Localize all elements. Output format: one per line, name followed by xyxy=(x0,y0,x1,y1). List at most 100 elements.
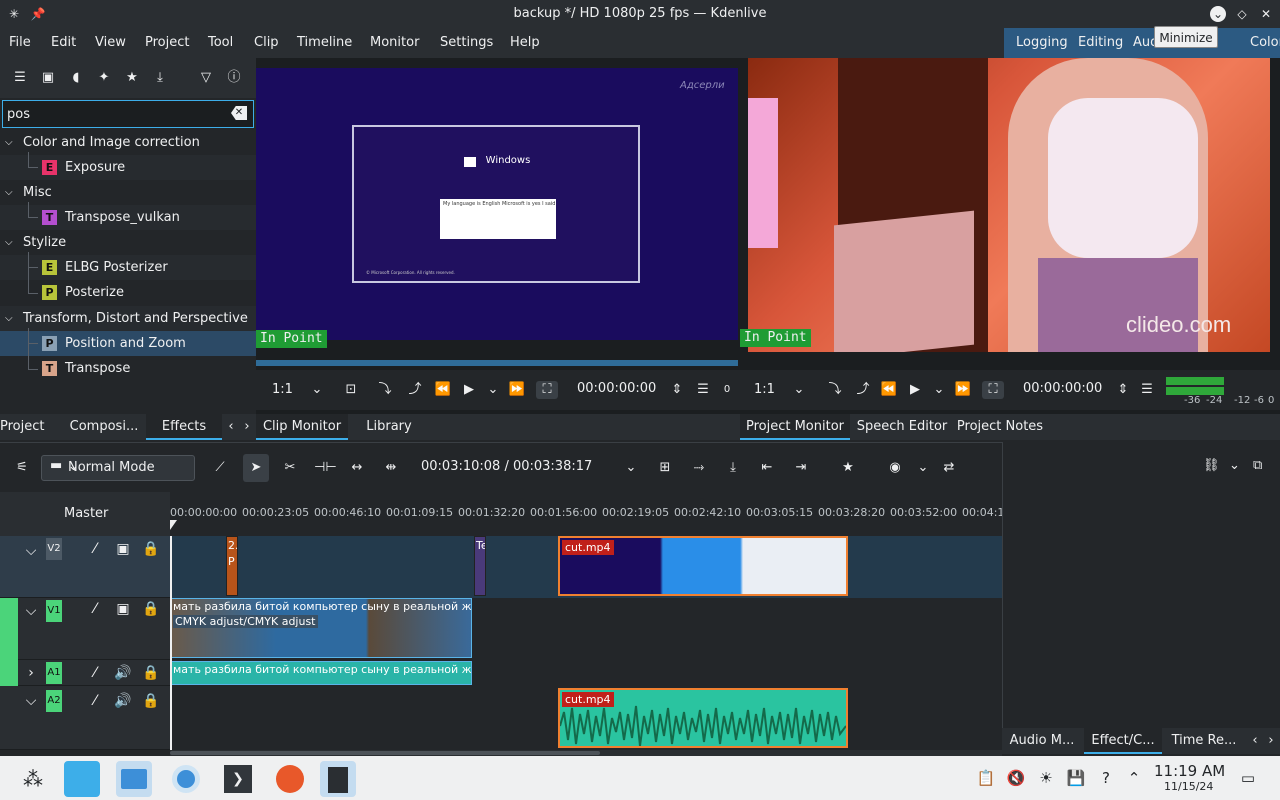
stepper-icon[interactable]: ⇕ xyxy=(670,381,684,399)
float-panel-icon[interactable]: ⧉ xyxy=(1253,458,1262,473)
tab-speech-editor[interactable]: Speech Editor xyxy=(854,414,950,440)
ripple-tool-icon[interactable]: ↔ xyxy=(348,459,366,477)
minimize-button[interactable]: ⌄ xyxy=(1210,6,1226,22)
clip-timecode[interactable]: 00:00:00:00 xyxy=(577,381,656,396)
crop-icon[interactable]: ⛶ xyxy=(982,381,1004,399)
film-icon[interactable]: ▣ xyxy=(114,540,132,558)
timeline-clip[interactable]: Te xyxy=(474,536,486,596)
tab-project-bin[interactable]: Project ... xyxy=(0,414,60,460)
forward-icon[interactable]: ⏩ xyxy=(954,381,972,399)
download-icon[interactable]: ⤓ xyxy=(152,70,168,86)
menu-monitor[interactable]: Monitor xyxy=(370,35,419,50)
discover-icon[interactable] xyxy=(64,761,100,797)
chromium-icon[interactable] xyxy=(168,761,204,797)
tab-audio-mixer[interactable]: Audio M... xyxy=(1002,728,1082,754)
chevron-right-icon[interactable]: › xyxy=(1264,728,1278,754)
fullscreen-icon[interactable]: ⊡ xyxy=(342,381,360,399)
tree-effect[interactable]: T Transpose xyxy=(0,356,256,381)
chevron-up-icon[interactable]: ⌃ xyxy=(1124,768,1144,788)
forward-icon[interactable]: ⏩ xyxy=(508,381,526,399)
menu-file[interactable]: File xyxy=(9,35,31,50)
chevron-down-icon[interactable]: ⌄ xyxy=(1229,458,1240,473)
menu-project[interactable]: Project xyxy=(145,35,189,50)
track-active-indicator[interactable] xyxy=(0,598,18,660)
tree-effect[interactable]: T Transpose_vulkan xyxy=(0,205,256,230)
crop-icon[interactable]: ⛶ xyxy=(536,381,558,399)
track-active-indicator[interactable] xyxy=(0,660,18,686)
favorite-star-icon[interactable]: ★ xyxy=(839,459,857,477)
tree-effect[interactable]: E ELBG Posterizer xyxy=(0,255,256,280)
link-icon[interactable]: ⛓ xyxy=(1203,458,1220,473)
track-name-a2[interactable]: A2 xyxy=(46,690,62,712)
tab-compositions[interactable]: Composi... xyxy=(64,414,144,440)
track-name-v2[interactable]: V2 xyxy=(46,538,62,560)
save-icon[interactable]: 💾 xyxy=(1066,768,1086,788)
tree-category[interactable]: ⌵ Stylize xyxy=(0,230,256,255)
set-out-icon[interactable]: ⤴ xyxy=(406,381,424,399)
insert-clip-icon[interactable]: ⤑ xyxy=(690,459,708,477)
brightness-icon[interactable]: ☀ xyxy=(1036,768,1056,788)
volume-muted-icon[interactable]: 🔇 xyxy=(1006,768,1026,788)
tree-category[interactable]: ⌵ Color and Image correction xyxy=(0,130,256,155)
edit-mode-select[interactable]: ▬ Normal Mode ⌄ xyxy=(41,455,195,481)
close-button[interactable]: ✕ xyxy=(1258,6,1274,22)
menu-clip[interactable]: Clip xyxy=(254,35,279,50)
track-lane-a2[interactable]: cut.mp4 xyxy=(170,686,1002,750)
speaker-icon[interactable]: 🔊 xyxy=(114,664,132,682)
chevron-down-icon[interactable]: ⌄ xyxy=(310,381,324,399)
chevron-down-icon[interactable]: ⌵ xyxy=(22,542,40,560)
caret-down-icon[interactable]: ⌵ xyxy=(5,306,13,331)
layout-logging[interactable]: Logging xyxy=(1016,35,1068,50)
set-in-icon[interactable]: ⤵ xyxy=(826,381,844,399)
effects-wand-icon[interactable]: ⁄ xyxy=(86,540,104,558)
playhead-marker[interactable] xyxy=(170,520,177,530)
caret-down-icon[interactable]: ⌵ xyxy=(5,230,13,255)
spacer-tool-icon[interactable]: ⊣⊢ xyxy=(314,459,337,477)
tab-effects[interactable]: Effects xyxy=(146,414,222,440)
chevron-down-icon[interactable]: ⌄ xyxy=(486,381,500,399)
project-monitor-video[interactable] xyxy=(748,58,1270,352)
clip-monitor-ruler[interactable] xyxy=(256,356,738,370)
lift-icon[interactable]: ⇥ xyxy=(792,459,810,477)
chevron-down-icon[interactable]: ⌵ xyxy=(22,602,40,620)
speaker-icon[interactable]: 🔊 xyxy=(114,692,132,710)
track-name-v1[interactable]: V1 xyxy=(46,600,62,622)
help-icon[interactable]: ? xyxy=(1096,768,1116,788)
effects-wand-icon[interactable]: ⁄ xyxy=(86,664,104,682)
timeline-audio-clip-cut[interactable]: cut.mp4 xyxy=(558,688,848,748)
overwrite-clip-icon[interactable]: ⤓ xyxy=(724,459,742,477)
zoom-select[interactable]: 1:1 xyxy=(754,381,775,399)
tree-effect-selected[interactable]: P Position and Zoom xyxy=(0,331,256,356)
timeline-clip[interactable]: 2. P xyxy=(226,536,238,596)
tab-library[interactable]: Library xyxy=(356,414,422,440)
project-timecode[interactable]: 00:00:00:00 xyxy=(1023,381,1102,396)
menu-tool[interactable]: Tool xyxy=(208,35,233,50)
stepper-icon[interactable]: ⇕ xyxy=(1116,381,1130,399)
effects-wand-icon[interactable]: ⁄ xyxy=(86,692,104,710)
track-header-v1[interactable]: ⌵ V1 ⁄ ▣ 🔒 xyxy=(0,598,170,660)
playhead-line[interactable] xyxy=(170,536,172,750)
rewind-icon[interactable]: ⏪ xyxy=(434,381,452,399)
show-desktop-icon[interactable]: ▭ xyxy=(1238,768,1258,788)
chevron-left-icon[interactable]: ‹ xyxy=(1248,728,1262,754)
effects-wand-icon[interactable]: ⁄ xyxy=(86,600,104,618)
set-in-icon[interactable]: ⤵ xyxy=(376,381,394,399)
caret-down-icon[interactable]: ⌵ xyxy=(5,180,13,205)
multitrack-icon[interactable]: ⊞ xyxy=(656,459,674,477)
play-icon[interactable]: ▶ xyxy=(906,381,924,399)
chevron-down-icon[interactable]: ⌄ xyxy=(932,381,946,399)
clock-date[interactable]: 11/15/24 xyxy=(1164,780,1213,793)
track-header-a1[interactable]: › A1 ⁄ 🔊 🔒 xyxy=(0,660,170,686)
terminal-icon[interactable]: ❯ xyxy=(220,761,256,797)
list-icon[interactable]: ☰ xyxy=(12,70,28,86)
rewind-icon[interactable]: ⏪ xyxy=(880,381,898,399)
track-lane-v2[interactable]: 2. P Te cut.mp4 xyxy=(170,536,1002,598)
caret-down-icon[interactable]: ⌵ xyxy=(5,130,13,155)
clock-time[interactable]: 11:19 AM xyxy=(1154,762,1225,780)
select-tool-icon[interactable]: ➤ xyxy=(243,454,269,482)
track-header-a2[interactable]: ⌵ A2 ⁄ 🔊 🔒 xyxy=(0,686,170,750)
timeline-timecode[interactable]: 00:03:10:08 / 00:03:38:17 xyxy=(421,459,592,474)
maximize-button[interactable]: ◇ xyxy=(1234,6,1250,22)
tree-category[interactable]: ⌵ Transform, Distort and Perspective xyxy=(0,306,256,331)
chevron-right-icon[interactable]: › xyxy=(240,414,254,440)
